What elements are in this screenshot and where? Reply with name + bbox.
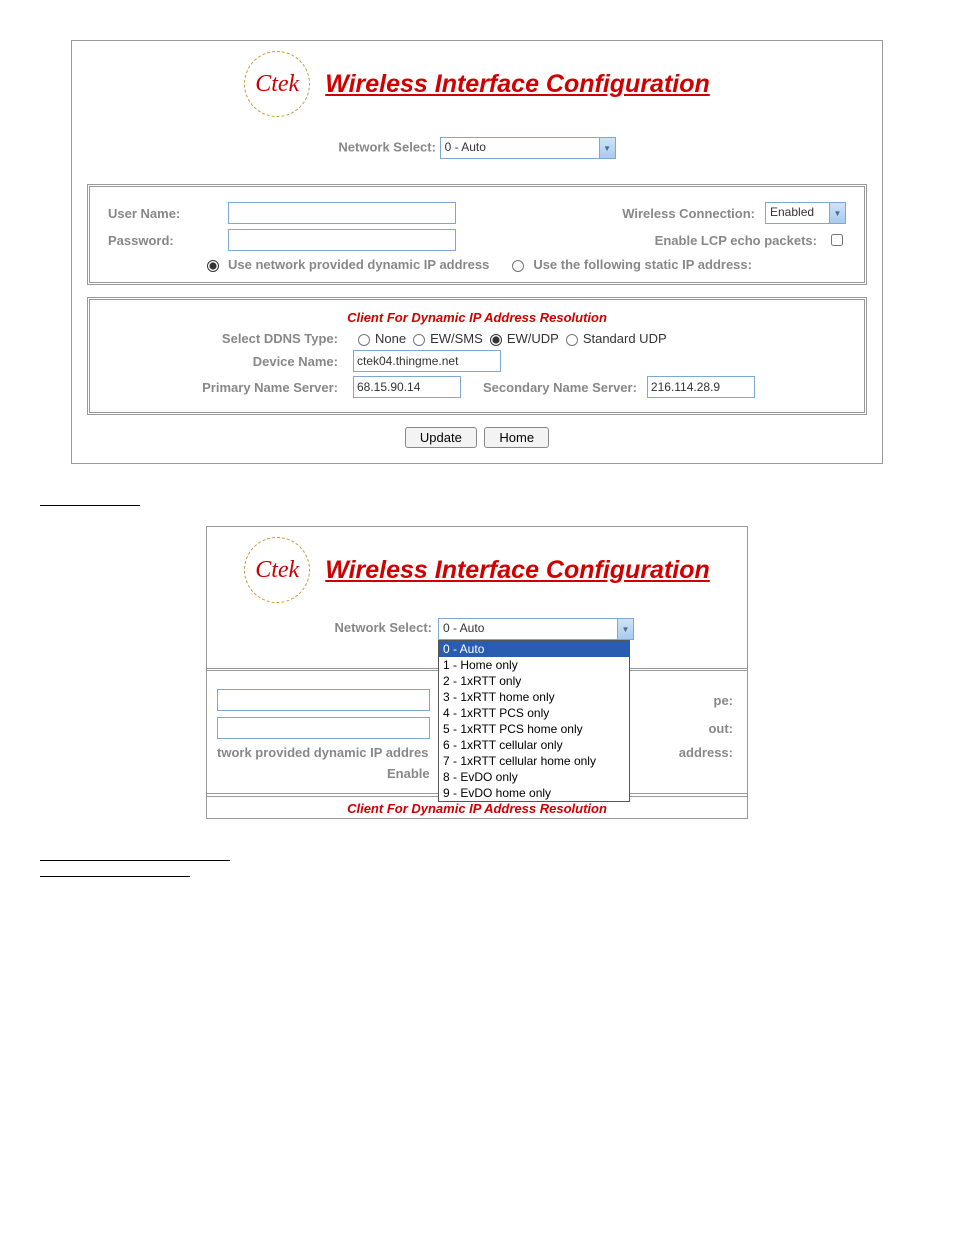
network-select-listbox[interactable]: 0 - Auto 1 - Home only 2 - 1xRTT only 3 … <box>438 640 630 802</box>
network-select-row-2: Network Select: 0 - Auto ▼ 0 - Auto 1 - … <box>207 618 747 640</box>
network-select-row: Network Select: 0 - Auto ▼ <box>87 137 867 159</box>
network-opt-5[interactable]: 5 - 1xRTT PCS home only <box>439 721 629 737</box>
truncated-enable: Enable <box>387 766 430 781</box>
buttons-row: Update Home <box>87 427 867 448</box>
logo-text: Ctek <box>255 71 299 98</box>
header: Ctek Wireless Interface Configuration <box>87 51 867 117</box>
user-name-label: User Name: <box>108 206 218 221</box>
ddns-ewudp-radio[interactable] <box>490 334 502 346</box>
ip-mode-row: Use network provided dynamic IP address … <box>108 257 846 272</box>
primary-ns-label: Primary Name Server: <box>108 380 343 395</box>
logo-text-2: Ctek <box>255 557 299 584</box>
truncated-address: address: <box>679 745 737 760</box>
network-opt-2[interactable]: 2 - 1xRTT only <box>439 673 629 689</box>
user-name-input-2[interactable] <box>217 689 430 711</box>
ddns-ewudp-label: EW/UDP <box>507 331 559 346</box>
text-underlines-bottom <box>40 859 934 877</box>
network-select-label-2: Network Select: <box>207 618 438 635</box>
chevron-down-icon: ▼ <box>617 619 633 639</box>
password-label: Password: <box>108 233 218 248</box>
ctek-logo-2: Ctek <box>244 537 310 603</box>
network-select-value-2: 0 - Auto <box>439 619 617 639</box>
ip-static-label: Use the following static IP address: <box>533 257 752 272</box>
ip-dynamic-radio[interactable] <box>207 260 219 272</box>
network-opt-7[interactable]: 7 - 1xRTT cellular home only <box>439 753 629 769</box>
network-select-label: Network Select: <box>338 139 436 154</box>
password-input[interactable] <box>228 229 456 251</box>
connection-panel: User Name: Wireless Connection: Enabled … <box>87 184 867 285</box>
ddns-panel: Client For Dynamic IP Address Resolution… <box>87 297 867 415</box>
network-opt-9[interactable]: 9 - EvDO home only <box>439 785 629 801</box>
ddns-type-radio-group: None EW/SMS EW/UDP Standard UDP <box>353 331 667 346</box>
truncated-out: out: <box>708 721 737 736</box>
header-2: Ctek Wireless Interface Configuration <box>207 537 747 603</box>
user-name-input[interactable] <box>228 202 456 224</box>
wireless-conn-label: Wireless Connection: <box>622 206 755 221</box>
network-select-dropdown-2[interactable]: 0 - Auto ▼ <box>438 618 634 640</box>
network-opt-0[interactable]: 0 - Auto <box>439 641 629 657</box>
ddns-stdudp-label: Standard UDP <box>583 331 667 346</box>
lcp-checkbox[interactable] <box>831 234 843 246</box>
page-title: Wireless Interface Configuration <box>325 70 710 99</box>
chevron-down-icon: ▼ <box>829 203 845 223</box>
network-opt-6[interactable]: 6 - 1xRTT cellular only <box>439 737 629 753</box>
ctek-logo: Ctek <box>244 51 310 117</box>
page-title-2: Wireless Interface Configuration <box>325 556 710 585</box>
network-select-value: 0 - Auto <box>441 138 599 158</box>
ip-dynamic-label: Use network provided dynamic IP address <box>228 257 489 272</box>
network-opt-1[interactable]: 1 - Home only <box>439 657 629 673</box>
truncated-pe: pe: <box>714 693 738 708</box>
network-opt-3[interactable]: 3 - 1xRTT home only <box>439 689 629 705</box>
lcp-label: Enable LCP echo packets: <box>655 233 817 248</box>
wireless-conn-dropdown[interactable]: Enabled ▼ <box>765 202 846 224</box>
network-opt-4[interactable]: 4 - 1xRTT PCS only <box>439 705 629 721</box>
device-name-label: Device Name: <box>108 354 343 369</box>
ddns-ewsms-radio[interactable] <box>413 334 425 346</box>
ddns-type-label: Select DDNS Type: <box>108 331 343 346</box>
secondary-ns-input[interactable] <box>647 376 755 398</box>
ddns-none-label: None <box>375 331 406 346</box>
wireless-conn-value: Enabled <box>766 203 829 223</box>
chevron-down-icon: ▼ <box>599 138 615 158</box>
ddns-heading: Client For Dynamic IP Address Resolution <box>108 310 846 325</box>
ddns-stdudp-radio[interactable] <box>566 334 578 346</box>
device-name-input[interactable] <box>353 350 501 372</box>
primary-ns-input[interactable] <box>353 376 461 398</box>
home-button[interactable]: Home <box>484 427 549 448</box>
ddns-none-radio[interactable] <box>358 334 370 346</box>
ip-static-radio[interactable] <box>512 260 524 272</box>
config-window-2: Ctek Wireless Interface Configuration Ne… <box>206 526 748 819</box>
network-opt-8[interactable]: 8 - EvDO only <box>439 769 629 785</box>
network-select-dropdown[interactable]: 0 - Auto ▼ <box>440 137 616 159</box>
password-input-2[interactable] <box>217 717 430 739</box>
ddns-ewsms-label: EW/SMS <box>430 331 483 346</box>
text-underline-1 <box>40 504 140 506</box>
config-window-1: Ctek Wireless Interface Configuration Ne… <box>71 40 883 464</box>
truncated-network-text: twork provided dynamic IP addres <box>217 745 428 760</box>
secondary-ns-label: Secondary Name Server: <box>483 380 637 395</box>
update-button[interactable]: Update <box>405 427 477 448</box>
